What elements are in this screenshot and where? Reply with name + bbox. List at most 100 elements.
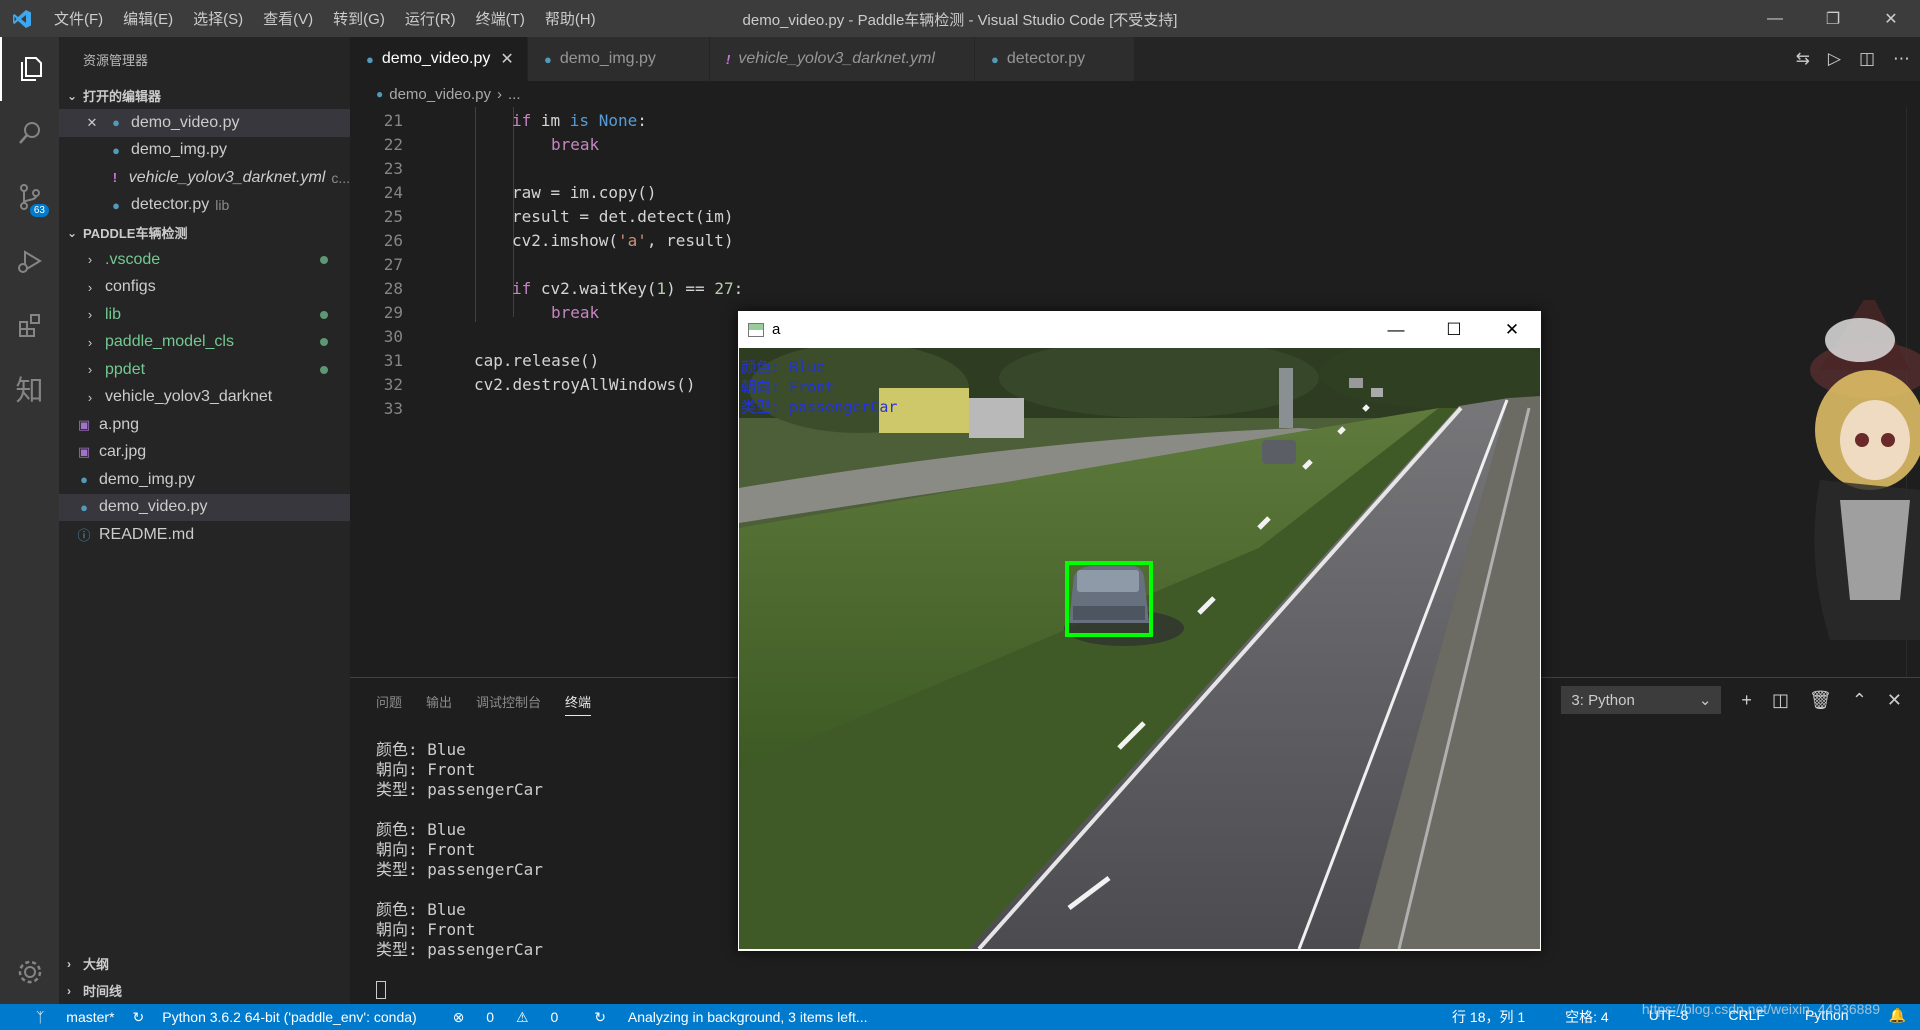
close-panel-icon[interactable]: ✕ [1887,690,1902,711]
tab-debug-console[interactable]: 调试控制台 [476,692,541,716]
minimize-button[interactable]: — [1367,311,1425,348]
terminal-cursor [376,981,386,999]
menu-run[interactable]: 运行(R) [395,8,466,29]
split-terminal-icon[interactable]: ◫ [1772,690,1789,711]
python-file-icon: ● [991,51,999,67]
chevron-right-icon: › [87,362,93,378]
branch-status[interactable]: ᛉ master* [18,1009,115,1025]
open-editor-path: lib [215,197,230,214]
tab-close-icon[interactable]: ✕ [500,49,513,69]
terminal-line: 颜色: Blue [376,740,466,759]
menu-selection[interactable]: 选择(S) [183,8,253,29]
source-control-icon[interactable]: 63 [0,165,59,229]
open-editor-item[interactable]: ● demo_img.py [59,137,350,165]
tree-folder[interactable]: › vehicle_yolov3_darknet [59,384,350,412]
close-button[interactable]: ✕ [1862,0,1920,37]
notifications-icon[interactable]: 🔔 [1889,1007,1906,1027]
new-terminal-icon[interactable]: + [1741,690,1752,711]
minimize-button[interactable]: — [1746,0,1804,37]
open-editor-item[interactable]: ✕ ● demo_video.py [59,109,350,137]
tree-file[interactable]: ▣ car.jpg [59,439,350,467]
tree-folder[interactable]: › paddle_model_cls [59,329,350,357]
opencv-title-bar[interactable]: a — ☐ ✕ [738,311,1541,348]
terminal-output[interactable]: 颜色: Blue 朝向: Front 类型: passengerCar 颜色: Blu… [376,740,543,960]
compare-changes-icon[interactable]: ⇆ [1796,49,1810,69]
split-editor-icon[interactable]: ◫ [1859,49,1875,69]
tab-terminal[interactable]: 终端 [565,692,592,716]
video-frame-image: 颜色: Blue 朝向: Front 类型: passengerCar [739,348,1540,949]
python-file-icon: ● [544,51,552,67]
tree-file-selected[interactable]: ● demo_video.py [59,493,350,521]
open-editor-item[interactable]: ! vehicle_yolov3_darknet.yml c... [59,164,350,192]
open-editor-item[interactable]: ● detector.py lib [59,192,350,220]
tree-label: ppdet [105,360,146,378]
tree-folder[interactable]: › lib [59,301,350,329]
code-text: cap.release() [474,351,600,370]
chevron-down-icon: ⌄ [67,88,78,103]
tab-output[interactable]: 输出 [426,692,452,716]
tab-demo-img[interactable]: ● demo_img.py [528,37,710,81]
zhihu-icon[interactable]: 知 [0,357,59,421]
breadcrumb-symbol[interactable]: ... [508,86,521,103]
more-actions-icon[interactable]: ⋯ [1893,49,1910,69]
open-editors-header[interactable]: ⌄ 打开的编辑器 [59,82,350,109]
settings-gear-icon[interactable] [0,940,59,1004]
close-icon[interactable]: ✕ [83,115,101,131]
source-control-badge: 63 [29,204,49,217]
menu-help[interactable]: 帮助(H) [535,8,606,29]
modified-dot [320,338,328,347]
menu-terminal[interactable]: 终端(T) [466,8,535,29]
project-header[interactable]: ⌄ PADDLE车辆检测 [59,219,350,246]
indentation[interactable]: 空格: 4 [1565,1007,1609,1027]
modified-dot [320,255,328,264]
interpreter-status[interactable]: Python 3.6.2 64-bit ('paddle_env': conda… [162,1009,416,1025]
run-file-icon[interactable]: ▷ [1828,49,1841,69]
code-text: raw = im.copy() [512,183,657,202]
cursor-position[interactable]: 行 18，列 1 [1452,1007,1525,1027]
tab-label: detector.py [1006,50,1086,67]
outline-label: 大纲 [83,957,110,972]
close-button[interactable]: ✕ [1483,311,1541,348]
tree-file[interactable]: ● demo_img.py [59,466,350,494]
tree-folder[interactable]: › .vscode [59,246,350,274]
python-file-icon: ● [112,197,120,213]
trash-icon[interactable]: 🗑 [1809,690,1832,711]
image-file-icon: ▣ [77,416,91,432]
tree-folder[interactable]: › configs [59,274,350,302]
terminal-select[interactable]: 3: Python ⌄ [1561,686,1722,714]
image-file-icon: ▣ [77,444,91,460]
branch-label: master* [66,1009,115,1025]
tab-demo-video[interactable]: ● demo_video.py ✕ [350,37,528,81]
problems-status[interactable]: ⊗ 0 ⚠ 0 [435,1009,559,1026]
breadcrumb-file[interactable]: demo_video.py [389,86,491,103]
tab-problems[interactable]: 问题 [376,692,402,716]
run-debug-icon[interactable] [0,229,59,293]
menu-go[interactable]: 转到(G) [323,8,395,29]
outline-header[interactable]: › 大纲 [59,950,350,977]
tree-file[interactable]: ⓘ README.md [59,521,350,549]
open-editors-label: 打开的编辑器 [83,89,162,104]
menu-view[interactable]: 查看(V) [253,8,323,29]
maximize-button[interactable]: ☐ [1425,311,1483,348]
search-icon[interactable] [0,101,59,165]
explorer-icon[interactable] [0,37,59,101]
zhihu-label: 知 [15,374,44,407]
timeline-header[interactable]: › 时间线 [59,977,350,1004]
analysis-label: Analyzing in background, 3 items left... [627,1008,868,1025]
restore-button[interactable]: ❐ [1804,0,1862,37]
chevron-down-icon: ⌄ [67,225,78,240]
maximize-panel-icon[interactable]: ⌃ [1852,690,1867,711]
git-branch-icon: ᛉ [36,1009,45,1025]
sync-icon[interactable]: ↻ [133,1009,145,1026]
line-number: 24 [383,183,403,202]
tree-folder[interactable]: › ppdet [59,356,350,384]
menu-file[interactable]: 文件(F) [44,8,113,29]
code-text: cv2.imshow('a', result) [512,231,734,250]
extensions-icon[interactable] [0,293,59,357]
title-bar: 文件(F) 编辑(E) 选择(S) 查看(V) 转到(G) 运行(R) 终端(T… [0,0,1920,37]
tab-detector[interactable]: ● detector.py [975,37,1135,81]
menu-edit[interactable]: 编辑(E) [113,8,183,29]
tab-vehicle-yml[interactable]: ! vehicle_yolov3_darknet.yml [710,37,975,81]
tree-file[interactable]: ▣ a.png [59,411,350,439]
opencv-window[interactable]: a — ☐ ✕ 颜色: Blue 朝向: Front 类型: passenger… [738,311,1541,951]
